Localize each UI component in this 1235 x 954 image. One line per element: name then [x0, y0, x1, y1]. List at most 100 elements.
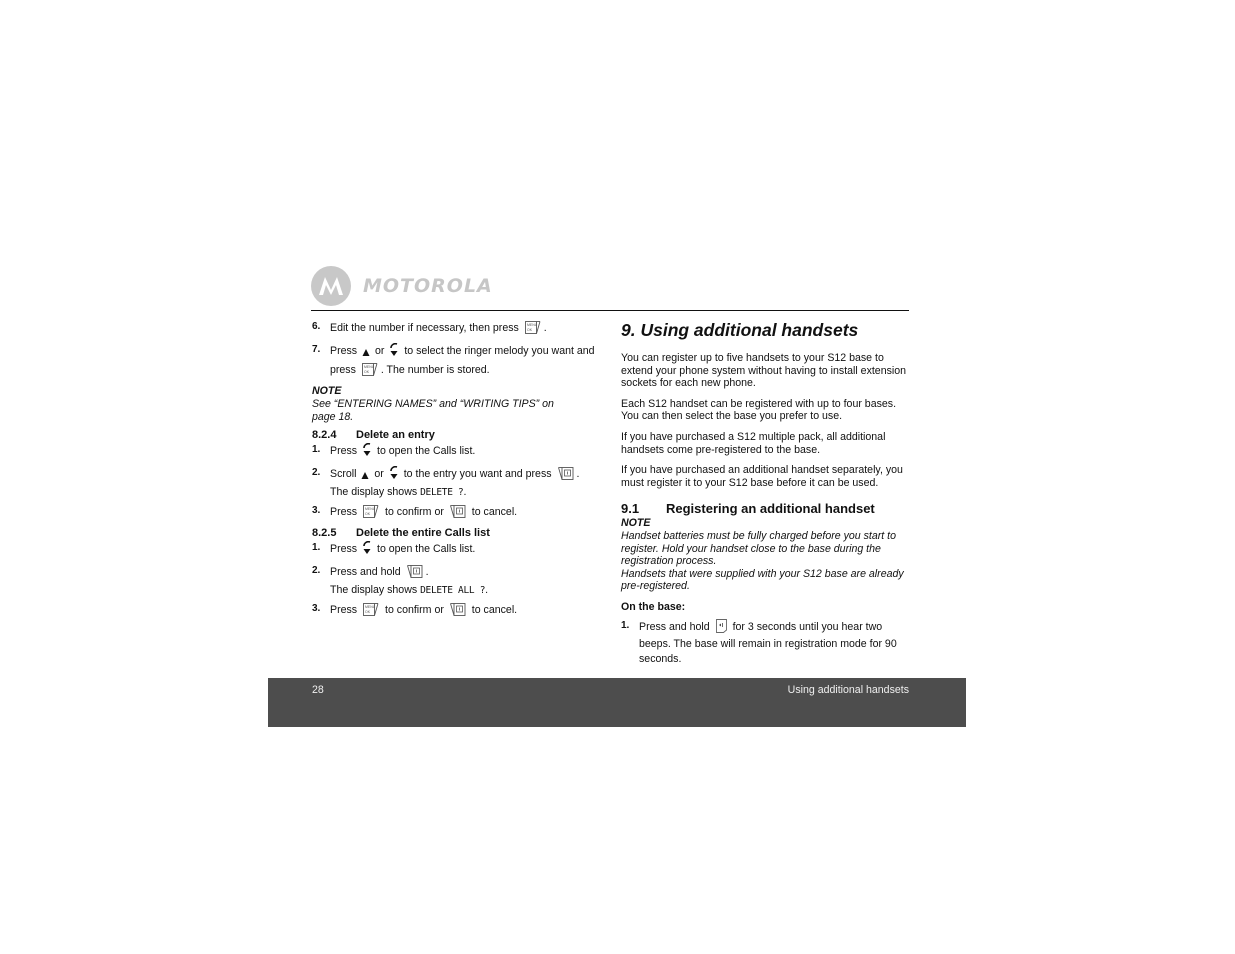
- paragraph: Each S12 handset can be registered with …: [621, 397, 897, 423]
- calls-down-key-icon: [362, 442, 372, 462]
- calls-down-key-icon: [362, 540, 372, 560]
- text: Press: [330, 604, 358, 616]
- step-text: Press MENU OK to confirm or to cancel.: [330, 504, 602, 523]
- step-item: 1. Press to open the Calls list.: [312, 442, 602, 462]
- step-number: 1.: [621, 619, 630, 631]
- left-column: 6. Edit the number if necessary, then pr…: [312, 320, 602, 625]
- svg-text:MENU: MENU: [527, 323, 538, 327]
- svg-text:MENU: MENU: [365, 605, 376, 609]
- text: .: [425, 566, 429, 578]
- calls-down-key-icon: [389, 342, 399, 362]
- text: .: [576, 468, 580, 480]
- section-number: 8.2.4: [312, 429, 337, 441]
- motorola-batwing-logo-icon: [311, 266, 351, 306]
- note-text: See “ENTERING NAMES” and “WRITING TIPS” …: [312, 398, 554, 423]
- manual-page: MOTOROLA 6. Edit the number if necessary…: [0, 0, 1235, 954]
- step-text: Edit the number if necessary, then press…: [330, 320, 602, 339]
- step-number: 1.: [312, 444, 321, 455]
- text: to open the Calls list.: [377, 445, 476, 457]
- section-title: Registering an additional handset: [666, 501, 875, 517]
- step-number: 2.: [312, 467, 321, 478]
- paragraph: If you have purchased a S12 multiple pac…: [621, 430, 886, 456]
- lcd-display-text: DELETE ?: [420, 487, 464, 498]
- step-text: Press and hold . The display shows DELET…: [330, 564, 602, 598]
- text: to open the Calls list.: [377, 543, 476, 555]
- text: to cancel.: [471, 604, 518, 616]
- brand-logo: MOTOROLA: [311, 266, 493, 306]
- on-the-base-label: On the base:: [621, 600, 686, 613]
- paragraph: You can register up to five handsets to …: [621, 352, 907, 390]
- delete-key-icon: [406, 565, 423, 583]
- note-text: Handset batteries must be fully charged …: [621, 530, 896, 568]
- step-number: 7.: [312, 344, 321, 355]
- step-item: 2. Press and hold . The display shows DE…: [312, 564, 602, 598]
- brand-wordmark: MOTOROLA: [363, 275, 493, 297]
- step-text: Press MENU OK to confirm or to cancel.: [330, 602, 602, 621]
- text: .: [463, 486, 467, 498]
- step-text: Press to open the Calls list.: [330, 442, 602, 462]
- svg-text:OK: OK: [527, 328, 533, 332]
- section-title: Delete the entire Calls list: [356, 527, 490, 539]
- paragraph: If you have purchased an additional hand…: [621, 464, 903, 489]
- section-number: 8.2.5: [312, 527, 337, 539]
- menu-ok-key-icon: MENU OK: [524, 321, 541, 339]
- text: to the entry you want and press: [403, 468, 552, 480]
- text: . The number is stored.: [380, 364, 490, 376]
- right-column: 9. Using additional handsets You can reg…: [621, 320, 911, 670]
- text: Press: [330, 543, 358, 555]
- step-item: 3. Press MENU OK to confirm or to cancel.: [312, 504, 602, 523]
- calls-down-key-icon: [389, 465, 399, 485]
- text: or: [374, 468, 384, 480]
- display-line: The display shows DELETE ALL ?.: [330, 583, 602, 598]
- footer-chapter-title: Using additional handsets: [787, 684, 909, 696]
- step-text: Press or to select the ringer melody you…: [330, 342, 602, 381]
- step-item: 2. Scroll or to the entry you want and p…: [312, 465, 602, 500]
- step-item: 6. Edit the number if necessary, then pr…: [312, 320, 602, 339]
- step-number: 2.: [312, 565, 321, 576]
- page-number: 28: [312, 684, 324, 696]
- svg-text:MENU: MENU: [365, 507, 376, 511]
- svg-text:OK: OK: [365, 512, 371, 516]
- step-item: 1. Press to open the Calls list.: [312, 540, 602, 560]
- step-number: 1.: [312, 542, 321, 553]
- delete-key-icon: [449, 603, 466, 621]
- note-text: Handsets that were supplied with your S1…: [621, 567, 904, 593]
- section-heading-8-2-5: 8.2.5 Delete the entire Calls list: [312, 527, 602, 540]
- text: to confirm or: [385, 506, 444, 518]
- delete-key-icon: [449, 505, 466, 523]
- text: to cancel.: [471, 506, 518, 518]
- text: .: [543, 322, 547, 334]
- section-heading-8-2-4: 8.2.4 Delete an entry: [312, 429, 602, 442]
- text: or: [375, 345, 385, 357]
- text: Edit the number if necessary, then press: [330, 322, 519, 334]
- text: The display shows: [330, 486, 418, 498]
- text: Press: [330, 345, 358, 357]
- display-line: The display shows DELETE ?.: [330, 485, 602, 500]
- step-item: 3. Press MENU OK to confirm or to cancel.: [312, 602, 602, 621]
- text: The display shows: [330, 584, 418, 596]
- text: Scroll: [330, 468, 357, 480]
- section-heading-9-1: 9.1 Registering an additional handset: [621, 501, 911, 516]
- svg-text:MENU: MENU: [364, 365, 375, 369]
- page-find-button-icon: [715, 618, 727, 638]
- step-number: 3.: [312, 505, 321, 516]
- note-label: NOTE: [621, 517, 651, 530]
- step-item: 1. Press and hold for 3 seconds until yo…: [621, 618, 911, 667]
- header-divider: [311, 310, 909, 311]
- lcd-display-text: DELETE ALL ?: [420, 585, 486, 596]
- text: .: [485, 584, 489, 596]
- text: Press and hold: [639, 620, 710, 633]
- menu-ok-key-icon: MENU OK: [361, 363, 378, 381]
- text: Press: [330, 445, 358, 457]
- step-number: 6.: [312, 321, 321, 332]
- note-label: NOTE: [312, 385, 342, 397]
- menu-ok-key-icon: MENU OK: [363, 505, 379, 523]
- text: to confirm or: [385, 604, 444, 616]
- section-title: Delete an entry: [356, 429, 435, 441]
- svg-text:OK: OK: [364, 370, 370, 374]
- chapter-title: 9. Using additional handsets: [621, 320, 859, 340]
- menu-ok-key-icon: MENU OK: [363, 603, 379, 621]
- step-number: 3.: [312, 603, 321, 614]
- section-number: 9.1: [621, 501, 640, 517]
- step-text: Press to open the Calls list.: [330, 540, 602, 560]
